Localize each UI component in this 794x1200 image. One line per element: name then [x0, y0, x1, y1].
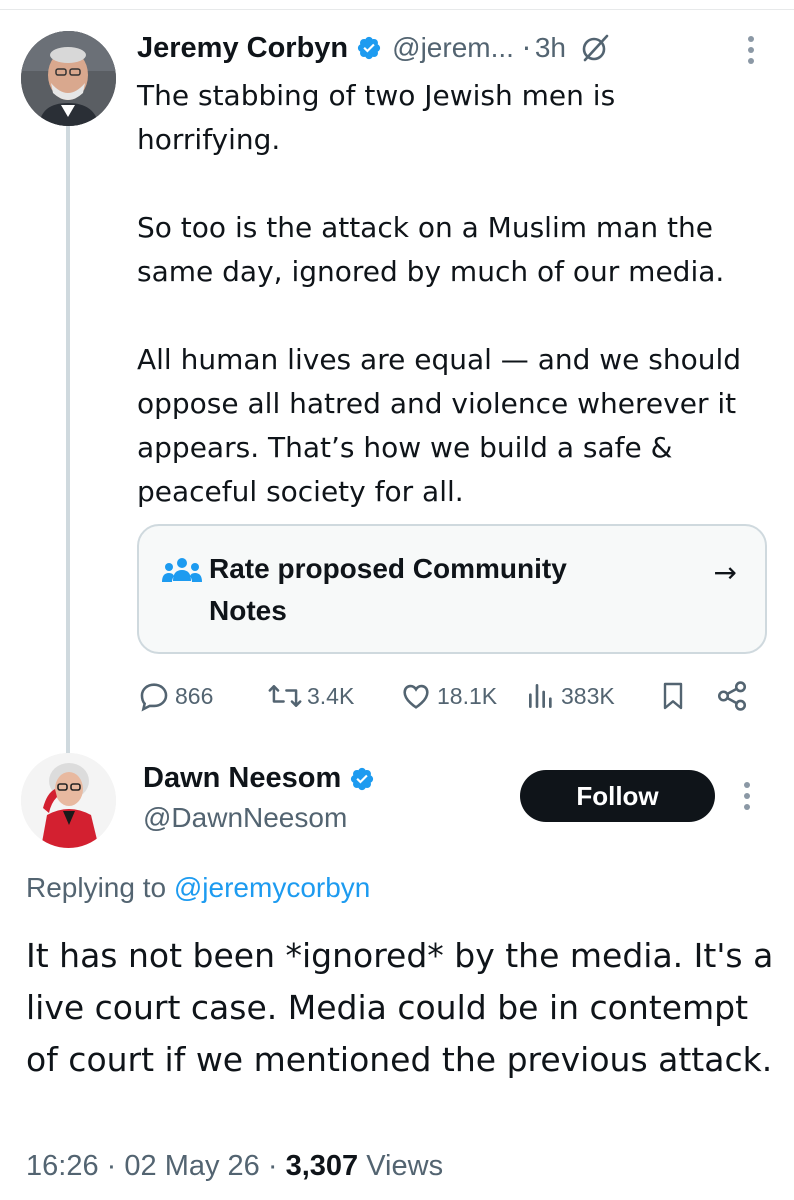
separator-dot: ·	[106, 1150, 117, 1182]
views-button[interactable]: 383K	[525, 674, 615, 718]
views-count[interactable]: 3,307	[286, 1150, 359, 1182]
verified-badge-icon	[351, 767, 374, 790]
like-count: 18.1K	[437, 682, 498, 709]
tweet-paragraph: So too is the attack on a Muslim man the…	[137, 211, 725, 288]
tweet-date[interactable]: 02 May 26	[124, 1150, 259, 1182]
like-button[interactable]: 18.1K	[399, 674, 497, 718]
views-label: Views	[366, 1150, 444, 1182]
repost-icon	[268, 685, 302, 707]
thread-line	[66, 120, 70, 754]
reply-icon	[140, 683, 168, 712]
tweet1-text: The stabbing of two Jewish men is horrif…	[137, 74, 777, 514]
tweet1-action-bar: 866 3.4K 18.1K 383K	[137, 674, 757, 718]
follow-button[interactable]: Follow	[520, 770, 715, 822]
replying-to: Replying to @jeremycorbyn	[26, 872, 370, 904]
reply-button[interactable]: 866	[137, 674, 213, 718]
tweet-paragraph: All human lives are equal — and we shoul…	[137, 343, 742, 508]
arrow-right-icon: →	[713, 556, 737, 589]
views-count: 383K	[561, 682, 615, 709]
tweet2-meta: 16:26 · 02 May 26 · 3,307 Views	[26, 1150, 443, 1183]
author-name[interactable]: Dawn Neesom	[143, 762, 341, 795]
more-icon[interactable]	[743, 782, 751, 810]
community-notes-label: Rate proposed Community Notes	[209, 553, 567, 626]
top-divider	[0, 0, 794, 10]
views-icon	[529, 684, 552, 708]
tweet2-text: It has not been *ignored* by the media. …	[26, 936, 774, 1079]
tweet-time[interactable]: 3h	[535, 32, 566, 64]
share-icon[interactable]	[715, 679, 749, 713]
separator-dot: ·	[267, 1150, 278, 1182]
author-name[interactable]: Jeremy Corbyn	[137, 32, 348, 65]
reply-count: 866	[175, 682, 214, 709]
repost-button[interactable]: 3.4K	[267, 674, 354, 718]
like-icon	[403, 684, 429, 709]
tweet1-header: Jeremy Corbyn @jerem... · 3h	[137, 28, 757, 68]
tweet-paragraph: The stabbing of two Jewish men is horrif…	[137, 79, 616, 156]
avatar-dawn-neesom[interactable]	[21, 753, 116, 848]
verified-badge-icon	[358, 36, 381, 60]
replying-to-mention[interactable]: @jeremycorbyn	[174, 872, 370, 903]
avatar-jeremy-corbyn[interactable]	[21, 31, 116, 126]
author-handle[interactable]: @jerem...	[392, 32, 514, 64]
separator-dot: ·	[521, 31, 531, 65]
more-icon[interactable]	[747, 36, 755, 64]
tweet-time[interactable]: 16:26	[26, 1150, 99, 1182]
repost-count: 3.4K	[307, 682, 355, 709]
community-notes-card[interactable]: Rate proposed Community Notes →	[137, 524, 767, 654]
tweet2-name-row: Dawn Neesom	[143, 762, 375, 795]
grok-icon[interactable]	[580, 33, 610, 63]
author-handle[interactable]: @DawnNeesom	[143, 802, 347, 834]
replying-to-label: Replying to	[26, 872, 167, 903]
bookmark-icon[interactable]	[657, 679, 689, 713]
community-notes-icon	[162, 558, 202, 582]
